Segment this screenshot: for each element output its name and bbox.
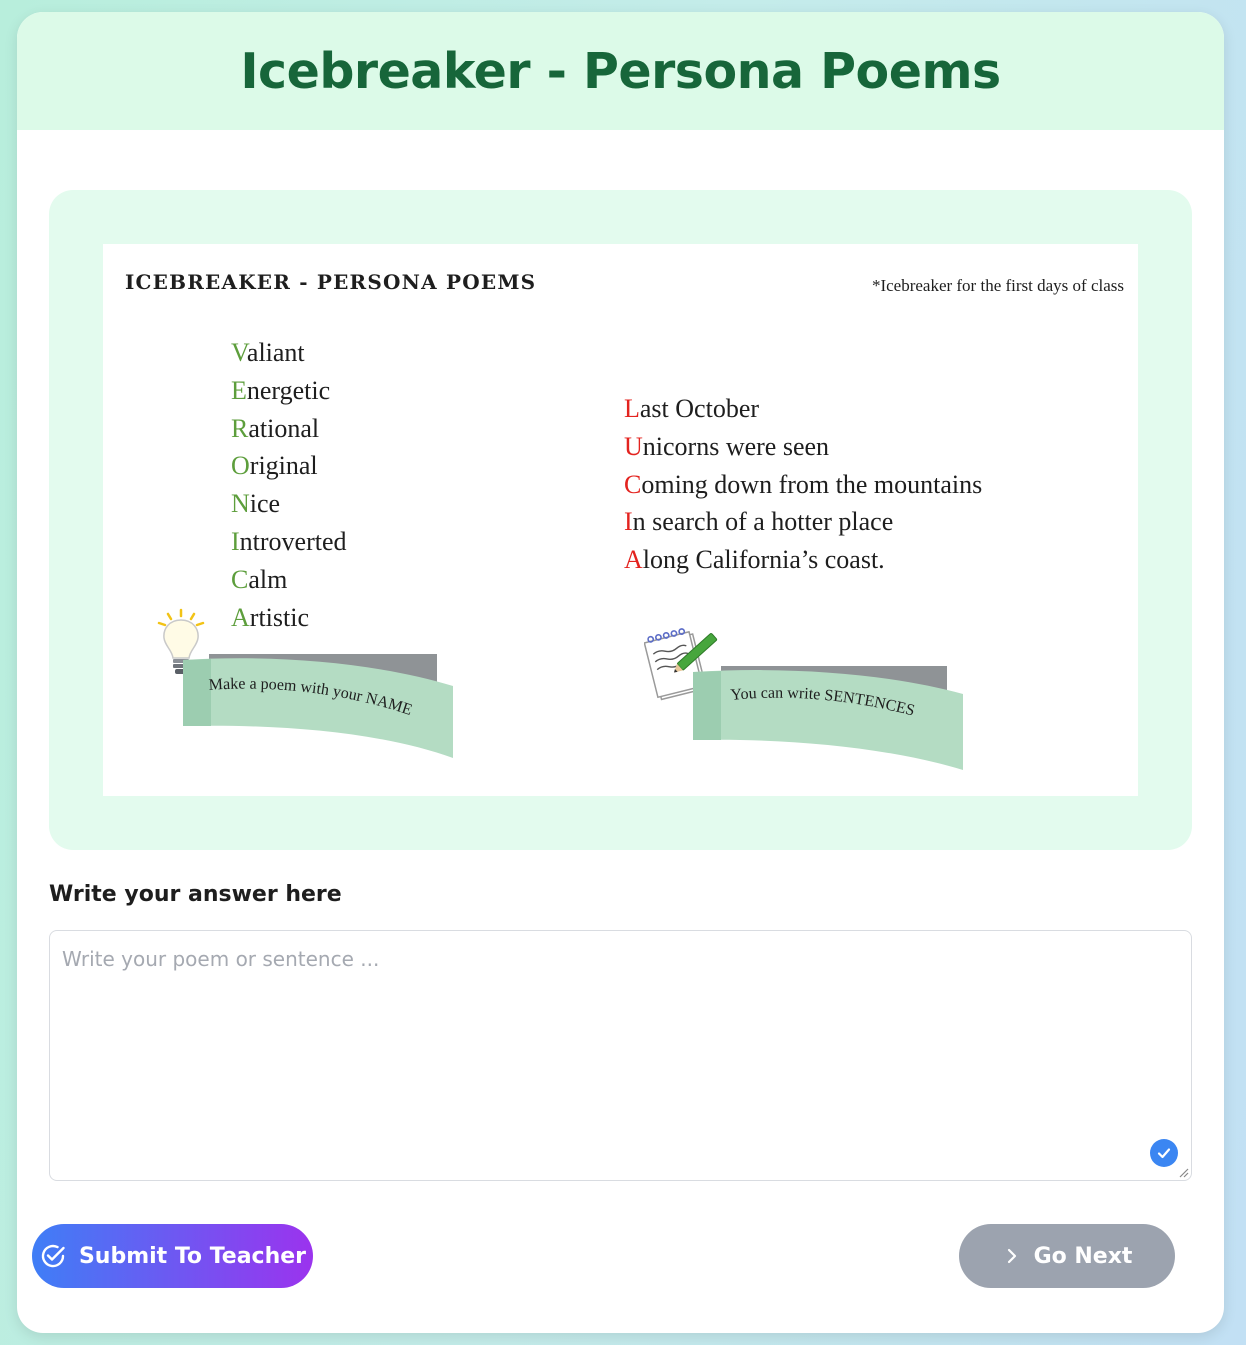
page-title: Icebreaker - Persona Poems <box>240 42 1001 100</box>
acrostic-line: Energetic <box>231 375 331 405</box>
answer-form: Write your answer here <box>49 882 1192 1181</box>
acrostic-line: Nice <box>231 489 281 519</box>
submit-to-teacher-button[interactable]: Submit To Teacher <box>32 1224 313 1288</box>
acrostic-line: Last October <box>624 394 760 423</box>
acrostic-line: Rational <box>231 413 320 443</box>
check-badge-icon <box>1150 1139 1178 1167</box>
acrostic-line: Coming down from the mountains <box>624 469 983 499</box>
check-circle-icon <box>39 1242 67 1270</box>
acrostic-line: Original <box>231 451 318 481</box>
answer-field-wrapper <box>49 930 1192 1181</box>
go-next-label: Go Next <box>1033 1243 1133 1269</box>
tip-ribbon-sentences: You can write SENTENCES <box>693 666 963 770</box>
answer-label: Write your answer here <box>49 882 342 907</box>
acrostic-line: Introverted <box>231 526 347 556</box>
acrostic-line: Unicorns were seen <box>624 431 830 461</box>
worksheet-note: *Icebreaker for the first days of class <box>871 276 1124 295</box>
activity-card: Icebreaker - Persona Poems ICEBREAKER - … <box>17 12 1224 1333</box>
worksheet-title: ICEBREAKER - PERSONA POEMS <box>125 270 537 294</box>
acrostic-line: Along California’s coast. <box>624 545 885 575</box>
name-acrostic: Valiant Energetic Rational Original Nice… <box>231 334 347 636</box>
worksheet-image: ICEBREAKER - PERSONA POEMS *Icebreaker f… <box>103 244 1138 796</box>
answer-textarea[interactable] <box>49 930 1192 1181</box>
activity-image-panel: ICEBREAKER - PERSONA POEMS *Icebreaker f… <box>49 190 1192 850</box>
tip-ribbon-name: Make a poem with your NAME <box>183 654 453 758</box>
submit-button-label: Submit To Teacher <box>78 1243 307 1269</box>
acrostic-line: Artistic <box>231 602 309 632</box>
acrostic-line: Valiant <box>231 338 305 367</box>
sentence-acrostic: Last October Unicorns were seen Coming d… <box>624 390 982 579</box>
resize-grip-icon[interactable] <box>1179 1168 1189 1178</box>
acrostic-line: Calm <box>231 564 288 594</box>
acrostic-line: In search of a hotter place <box>624 507 894 537</box>
go-next-button[interactable]: Go Next <box>959 1224 1175 1288</box>
card-header: Icebreaker - Persona Poems <box>17 12 1224 130</box>
chevron-right-icon <box>1002 1246 1022 1266</box>
